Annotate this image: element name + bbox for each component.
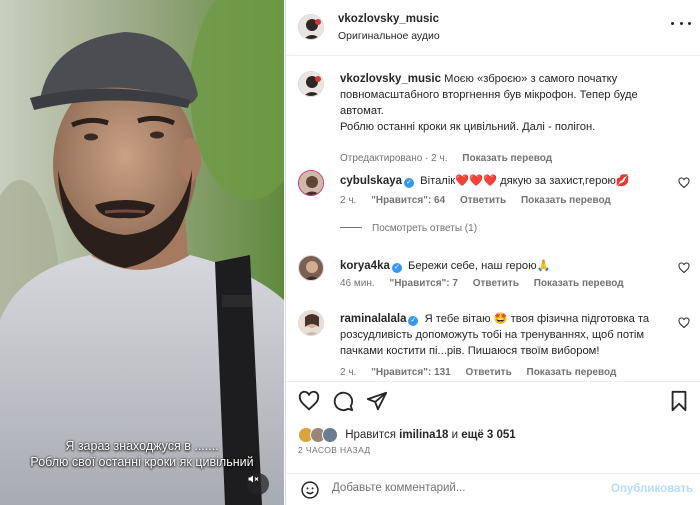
comment-time: 46 мин. (340, 278, 375, 289)
heart-icon[interactable] (298, 390, 320, 412)
caption-line: повномасштабного вторгнення був мікрофон… (340, 89, 638, 101)
verified-badge-icon: ✓ (391, 263, 402, 273)
reply-button[interactable]: Ответить (460, 195, 506, 206)
speaker-muted-icon (248, 475, 259, 483)
post-header: vkozlovsky_music Оригинальное аудио (286, 0, 700, 56)
heart-icon[interactable] (678, 262, 690, 274)
video-frame (0, 0, 284, 505)
likes-prefix: Нравится (345, 429, 396, 442)
comment-meta: 46 мин. "Нравится": 7 Ответить Показать … (340, 278, 636, 289)
video-subtitle-line-1: Я зараз знаходжуся в ....... (65, 439, 219, 453)
comment-body: Віталік❤️❤️❤️ дякую за захист,герою💋 (420, 175, 630, 187)
comments-list[interactable]: vkozlovsky_music Моєю «зброєю» з самого … (286, 57, 700, 381)
comment-likes[interactable]: "Нравится": 131 (371, 367, 451, 378)
audio-link[interactable]: Оригинальное аудио (338, 30, 440, 42)
heart-icon[interactable] (678, 177, 690, 189)
avatar[interactable] (298, 14, 324, 40)
comment-input[interactable] (332, 482, 602, 494)
avatar[interactable] (298, 255, 324, 281)
comment-meta: 2 ч. "Нравится": 131 Ответить Показать п… (340, 367, 628, 378)
emoji-smile-icon[interactable] (300, 480, 320, 500)
post-comment-button[interactable]: Опубликовать (611, 483, 693, 495)
comment-username[interactable]: korya4ka (340, 260, 390, 272)
video-subtitle-line-2: Роблю свої останні кроки як цивільний (30, 455, 254, 469)
paper-plane-icon[interactable] (366, 390, 388, 412)
comment-time: 2 ч. (340, 195, 357, 206)
post-actions: Нравится imilina18 и ещё 3 051 2 ЧАСОВ Н… (286, 381, 700, 505)
video-player[interactable]: Я зараз знаходжуся в ....... Роблю свої … (0, 0, 284, 505)
caption-line: Моєю «зброєю» з самого початку (444, 73, 618, 85)
liker-avatars (298, 427, 338, 443)
translate-link[interactable]: Показать перевод (462, 153, 552, 164)
comment-body: Я тебе вітаю 🤩 твоя фізична підготовка т… (424, 313, 650, 325)
translate-link[interactable]: Показать перевод (527, 367, 617, 378)
comment-body: Бережи себе, наш герою🙏 (407, 260, 551, 272)
avatar[interactable] (298, 310, 324, 336)
comment-icon[interactable] (332, 390, 354, 412)
mute-button[interactable] (247, 473, 269, 495)
heart-icon[interactable] (678, 317, 690, 329)
caption-line: Роблю останні кроки як цивільний. Далі -… (340, 121, 596, 133)
comment-likes[interactable]: "Нравится": 7 (389, 278, 458, 289)
comment-likes[interactable]: "Нравится": 64 (371, 195, 445, 206)
comment-body: розсудливість допоможуть тобі на тренува… (340, 329, 645, 341)
likes-summary[interactable]: Нравится imilina18 и ещё 3 051 (298, 427, 516, 443)
more-horizontal-icon[interactable] (671, 16, 691, 30)
bookmark-icon[interactable] (668, 390, 690, 412)
view-replies-button[interactable]: Посмотреть ответы (1) (340, 223, 477, 234)
comment-username[interactable]: raminalalala (340, 313, 406, 325)
caption-username[interactable]: vkozlovsky_music (340, 73, 441, 85)
comment-meta: 2 ч. "Нравится": 64 Ответить Показать пе… (340, 195, 623, 206)
comment-text: cybulskaya ✓ Віталік❤️❤️❤️ дякую за захис… (340, 173, 680, 189)
edited-label: Отредактировано · 2 ч. (340, 153, 448, 164)
verified-badge-icon: ✓ (408, 316, 419, 326)
header-username[interactable]: vkozlovsky_music (338, 13, 439, 25)
avatar[interactable] (298, 170, 324, 196)
translate-link[interactable]: Показать перевод (521, 195, 611, 206)
reply-button[interactable]: Ответить (473, 278, 519, 289)
avatar[interactable] (298, 71, 324, 97)
post-timestamp: 2 ЧАСОВ НАЗАД (298, 445, 371, 455)
likes-user[interactable]: imilina18 (399, 429, 448, 441)
post-panel: vkozlovsky_music Оригинальное аудио vkoz… (285, 0, 700, 505)
comment-time: 2 ч. (340, 367, 357, 378)
comment-username[interactable]: cybulskaya (340, 175, 402, 187)
caption-line: автомат. (340, 105, 384, 117)
likes-count[interactable]: ещё 3 051 (461, 429, 515, 441)
caption-meta: Отредактировано · 2 ч. Показать перевод (340, 153, 564, 164)
translate-link[interactable]: Показать перевод (534, 278, 624, 289)
reply-button[interactable]: Ответить (466, 367, 512, 378)
caption-text: vkozlovsky_music Моєю «зброєю» з самого … (340, 71, 680, 135)
likes-joiner: и (451, 429, 459, 442)
verified-badge-icon: ✓ (404, 178, 415, 188)
comment-body: пачками костити пі...рів. Пишаюся твоїм … (340, 345, 600, 357)
comment-composer: Опубликовать (286, 473, 700, 505)
comment-text: raminalalala ✓ Я тебе вітаю 🤩 твоя фізичн… (340, 311, 680, 359)
comment-text: korya4ka ✓ Бережи себе, наш герою🙏 (340, 258, 680, 274)
